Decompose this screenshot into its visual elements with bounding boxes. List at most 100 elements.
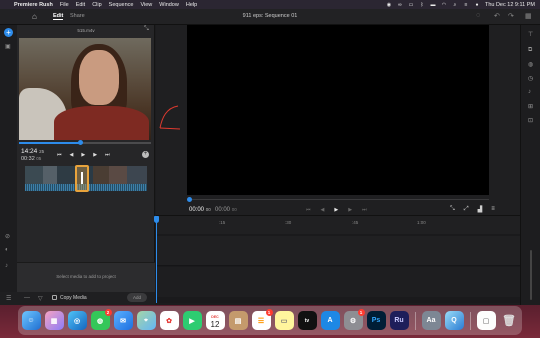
apple-tv-icon[interactable]: tv <box>297 311 317 330</box>
transitions-icon[interactable]: ⧉ <box>528 47 532 54</box>
annotation-arrow <box>159 105 180 130</box>
fullscreen-icon[interactable]: ⤢ <box>464 206 469 213</box>
source-time-value: 14:24 <box>21 148 38 155</box>
display-icon[interactable]: ▭ <box>408 2 414 8</box>
go-to-end-icon[interactable]: ⏭ <box>362 207 367 213</box>
track-audio-icon[interactable]: ♪ <box>5 263 8 269</box>
search-icon[interactable]: ⌕ <box>452 2 458 8</box>
trash-icon[interactable]: 🗑 <box>500 311 519 330</box>
copy-media-checkbox[interactable] <box>52 295 57 300</box>
menu-clip[interactable]: Clip <box>92 2 101 8</box>
source-duration-frames: 05 <box>36 156 42 161</box>
help-icon[interactable]: ◌ <box>476 12 480 19</box>
add-media-button[interactable]: + <box>4 28 13 37</box>
annotation-curve <box>159 105 179 129</box>
bluetooth-icon[interactable]: ᛒ <box>419 2 425 8</box>
speed-icon[interactable]: ◷ <box>528 75 533 82</box>
step-forward-icon[interactable]: ▶ <box>348 207 352 213</box>
dock-separator <box>414 311 416 330</box>
tab-share[interactable]: Share <box>70 13 85 19</box>
photoshop-icon[interactable]: Ps <box>366 311 386 330</box>
redo-icon[interactable]: ↷ <box>508 12 514 20</box>
color-icon[interactable]: ◍ <box>528 61 533 68</box>
program-scrub-bar[interactable] <box>187 199 489 200</box>
collapse-icon[interactable]: — <box>24 295 30 301</box>
play-icon[interactable]: ▶ <box>334 207 338 213</box>
timeline-playhead[interactable] <box>156 216 157 303</box>
finder-icon[interactable]: ☺ <box>21 311 41 330</box>
step-back-icon[interactable]: ◀ <box>70 152 74 158</box>
fit-icon[interactable]: ⤡ <box>450 206 455 213</box>
track-visibility-icon[interactable]: ◐ <box>5 247 9 253</box>
play-icon[interactable]: ▶ <box>81 152 85 158</box>
crop-icon[interactable]: ⊡ <box>528 117 533 124</box>
list-view-icon[interactable]: ☰ <box>6 295 11 302</box>
go-to-start-icon[interactable]: ⏮ <box>306 207 311 213</box>
quicktime-icon[interactable]: Q <box>444 311 464 330</box>
timeline-track-audio[interactable] <box>157 267 520 297</box>
timeline-tick: :15 <box>219 220 226 225</box>
menu-file[interactable]: File <box>60 2 69 8</box>
go-to-start-icon[interactable]: ⏮ <box>57 152 62 158</box>
tab-edit[interactable]: Edit <box>53 13 64 20</box>
notes-icon[interactable]: ▭ <box>274 311 294 330</box>
titles-icon[interactable]: ⊤ <box>528 31 533 38</box>
project-panel-icon[interactable]: ▦ <box>525 12 532 20</box>
facetime-icon[interactable]: ▶ <box>182 311 202 330</box>
calendar-icon[interactable]: DEC 12 <box>205 311 225 330</box>
menu-edit[interactable]: Edit <box>76 2 85 8</box>
app-store-icon[interactable]: A <box>320 311 340 330</box>
source-scrub-handle[interactable] <box>78 140 83 145</box>
menu-icon[interactable]: ≡ <box>491 206 495 213</box>
home-icon[interactable]: ⌂ <box>32 12 37 21</box>
creative-cloud-icon[interactable]: ∞ <box>397 2 403 8</box>
contacts-icon[interactable]: ▤ <box>228 311 248 330</box>
filter-icon[interactable]: ▽ <box>38 295 43 302</box>
menu-window[interactable]: Window <box>159 2 179 8</box>
add-to-timeline-button[interactable]: + <box>142 151 149 158</box>
timeline-playhead-handle[interactable] <box>154 216 159 223</box>
in-out-range-handle[interactable] <box>75 165 89 192</box>
timeline-scrollbar[interactable] <box>530 250 532 300</box>
wifi-icon[interactable]: ◠ <box>441 2 447 8</box>
source-time-frames: 25 <box>39 149 45 154</box>
maps-icon[interactable]: ⌖ <box>136 311 156 330</box>
photos-icon[interactable]: ✿ <box>159 311 179 330</box>
reminders-icon[interactable]: ☰ 1 <box>251 309 273 330</box>
siri-icon[interactable]: ● <box>474 2 480 8</box>
transform-icon[interactable]: ⊞ <box>528 103 533 110</box>
battery-icon[interactable]: ▬ <box>430 2 436 8</box>
source-collapse-icon[interactable]: ⤡ <box>144 26 149 33</box>
premiere-rush-icon[interactable]: Ru <box>389 311 409 330</box>
font-book-icon[interactable]: Aa <box>421 311 441 330</box>
project-assets-icon[interactable]: ▣ <box>5 43 11 50</box>
audio-icon[interactable]: ♪ <box>528 89 531 95</box>
go-to-end-icon[interactable]: ⏭ <box>105 152 110 158</box>
menubar-clock[interactable]: Thu Dec 12 9:11 PM <box>485 2 535 8</box>
menu-help[interactable]: Help <box>186 2 197 8</box>
step-back-icon[interactable]: ◀ <box>321 207 325 213</box>
timeline-ruler[interactable] <box>156 216 520 234</box>
mail-icon[interactable]: ✉ <box>113 311 133 330</box>
menu-view[interactable]: View <box>140 2 152 8</box>
timeline-track-video[interactable] <box>157 236 520 266</box>
track-lock-icon[interactable]: ⊘ <box>5 233 10 240</box>
menu-sequence[interactable]: Sequence <box>109 2 134 8</box>
step-forward-icon[interactable]: ▶ <box>93 152 97 158</box>
volume-icon[interactable]: ▟ <box>478 206 483 213</box>
system-settings-icon[interactable]: ⚙ 1 <box>343 309 365 330</box>
source-preview[interactable] <box>19 38 151 140</box>
calendar-day: 12 <box>210 319 220 329</box>
control-center-icon[interactable]: ≡ <box>463 2 469 8</box>
safari-icon[interactable]: ◎ <box>67 311 87 330</box>
screen-record-icon[interactable]: ◉ <box>386 2 392 8</box>
program-monitor-video[interactable] <box>187 25 489 195</box>
launchpad-icon[interactable]: ▦ <box>44 311 64 330</box>
undo-icon[interactable]: ↶ <box>494 12 500 20</box>
program-scrub-handle[interactable] <box>187 197 192 202</box>
add-button[interactable]: Add <box>127 293 147 302</box>
messages-icon[interactable]: ◍ 2 <box>90 309 112 330</box>
downloads-stack-icon[interactable]: ▢ <box>476 311 496 330</box>
source-panel: 515.m4v ⤡ 14:24 25 00:32 05 ⏮ ◀ ▶ ▶ ⏭ + … <box>17 25 155 308</box>
menu-app-name[interactable]: Premiere Rush <box>14 2 53 8</box>
